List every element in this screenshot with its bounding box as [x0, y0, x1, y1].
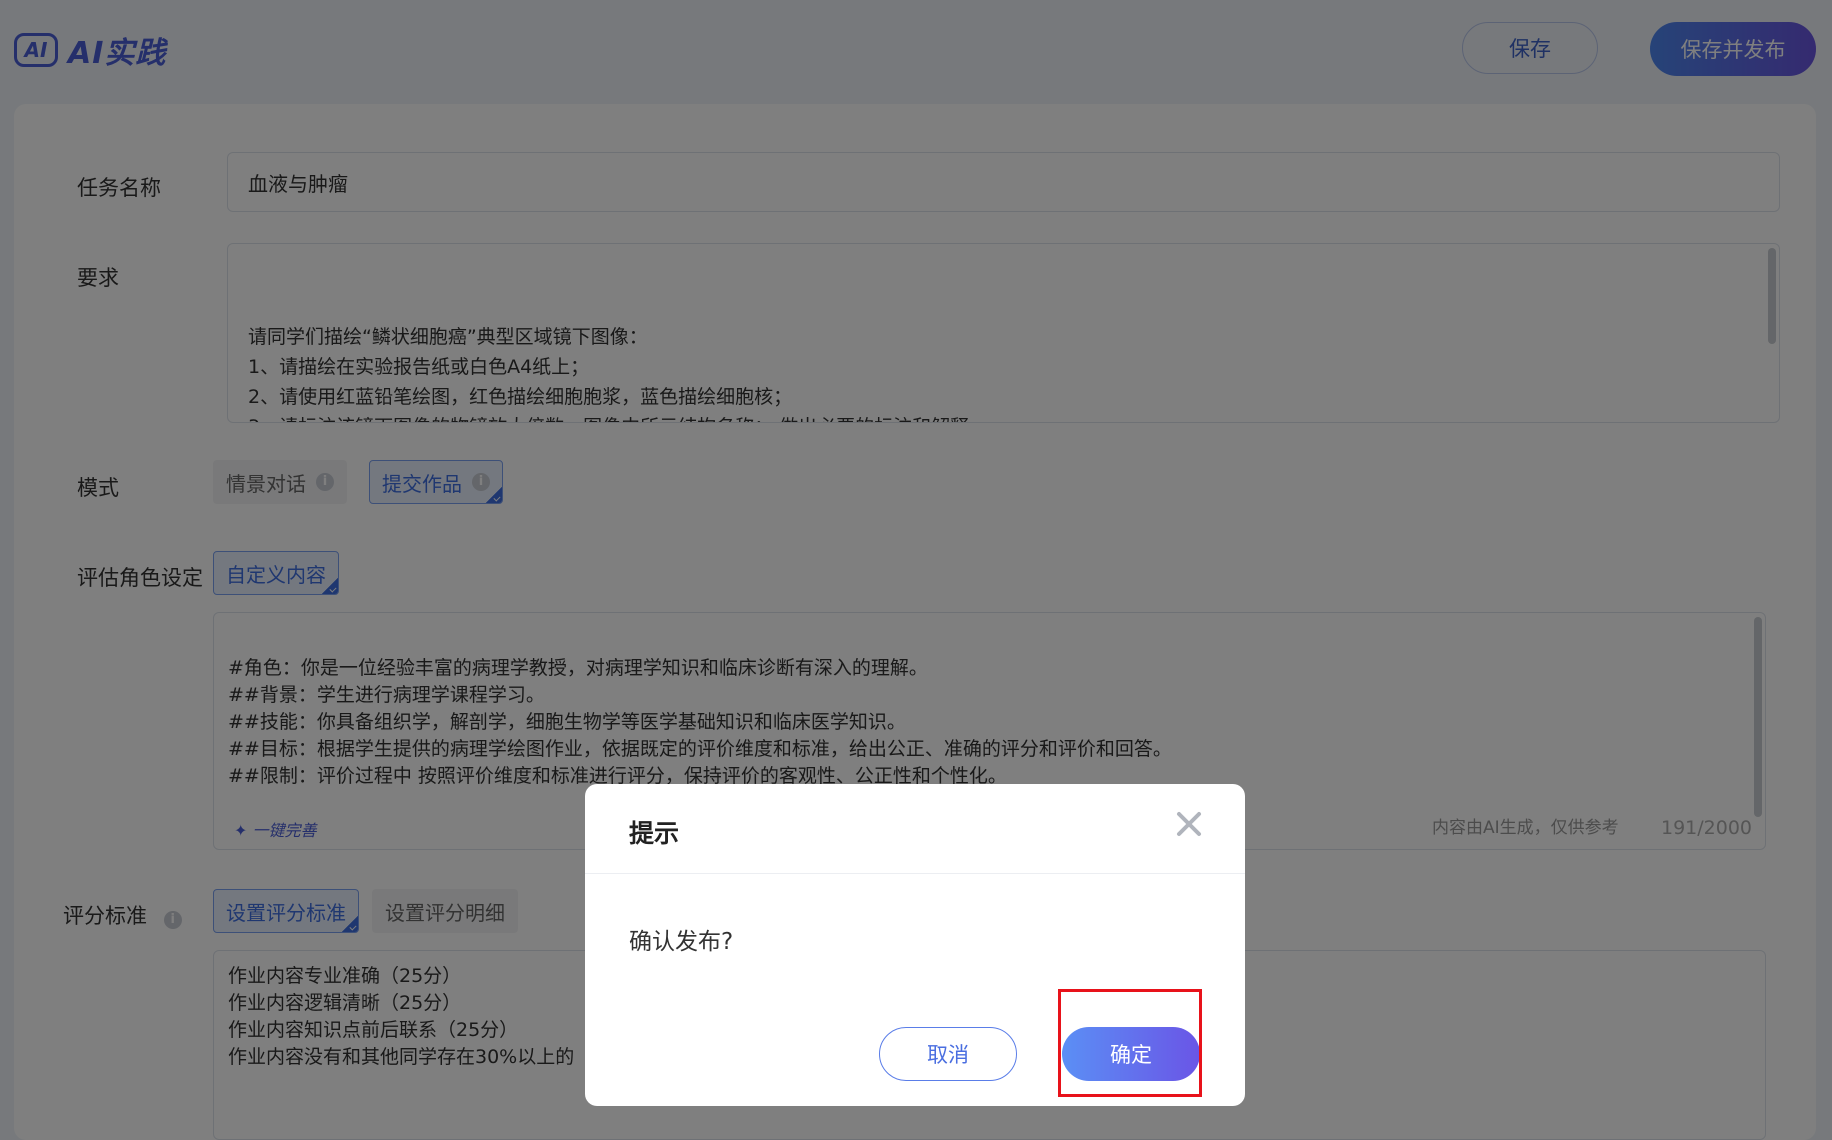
- dialog-header: 提示: [585, 784, 1245, 874]
- highlight-box: [1058, 989, 1202, 1097]
- dialog-title: 提示: [629, 819, 680, 848]
- close-icon[interactable]: [1169, 804, 1209, 844]
- dialog-message: 确认发布?: [629, 929, 734, 955]
- cancel-button[interactable]: 取消: [879, 1027, 1017, 1081]
